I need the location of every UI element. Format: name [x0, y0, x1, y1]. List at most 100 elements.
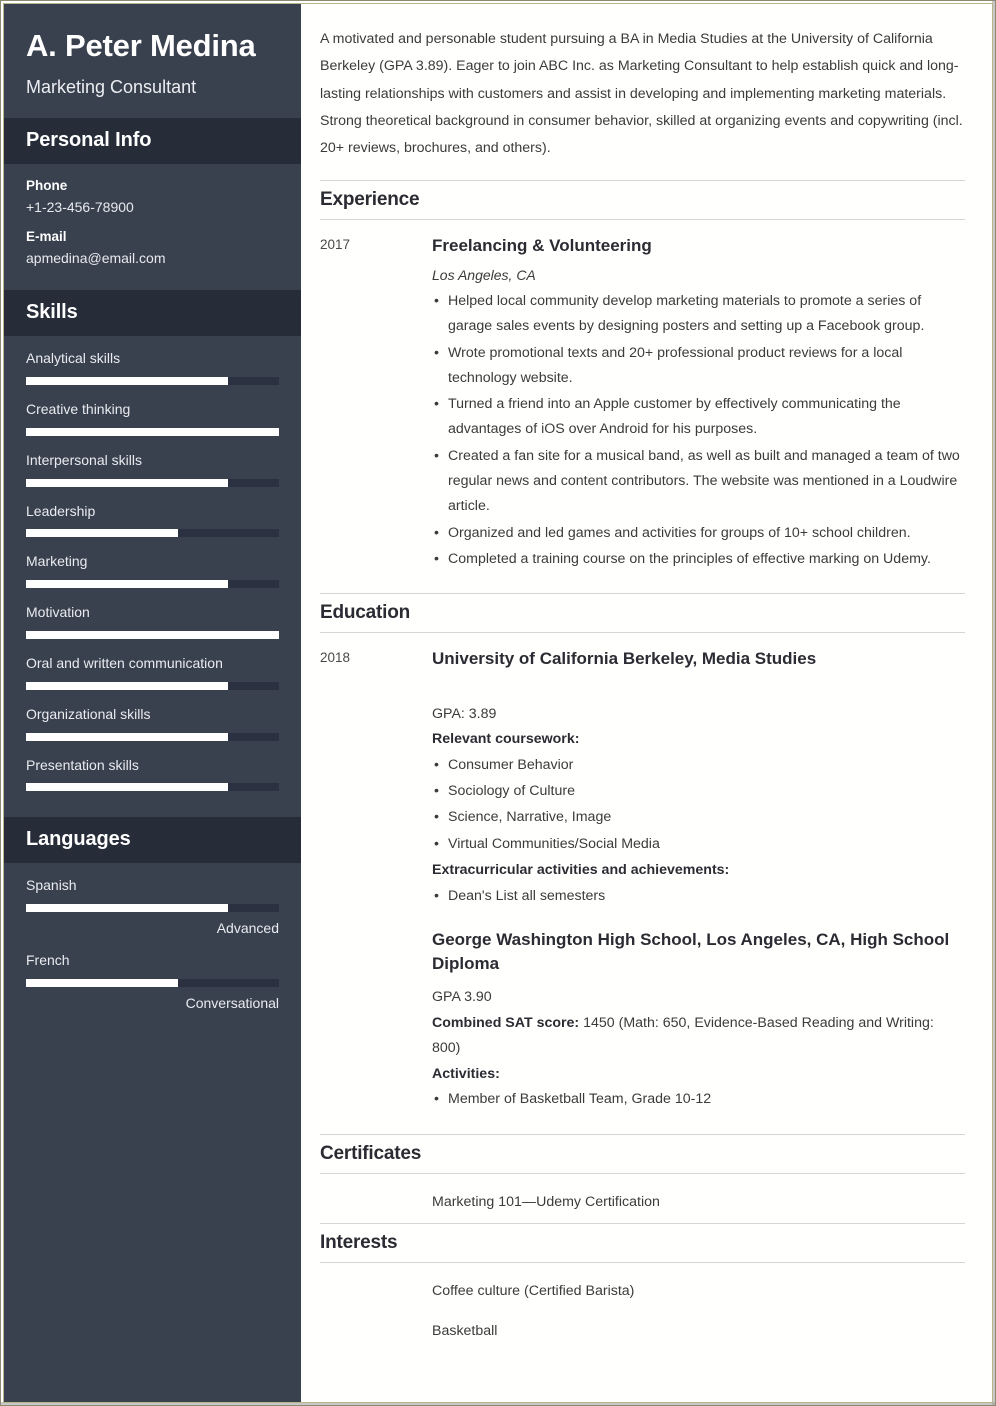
extracurricular-heading: Extracurricular activities and achieveme… — [432, 861, 730, 878]
experience-heading: Experience — [320, 180, 965, 221]
skill-bar-fill — [26, 478, 229, 487]
experience-location: Los Angeles, CA — [432, 266, 536, 283]
personal-info-heading: Personal Info — [26, 129, 152, 152]
candidate-name: A. Peter Medina — [26, 28, 256, 63]
skill-item: Marketing — [26, 553, 279, 589]
skill-bar-track — [26, 376, 279, 385]
language-level: Conversational — [185, 994, 279, 1011]
skill-label: Leadership — [26, 502, 96, 519]
contact-email-label: E-mail — [26, 229, 67, 245]
coursework-item: Science, Narrative, Image — [432, 805, 965, 831]
skill-bar-fill — [26, 376, 229, 385]
section-header-personal-info: Personal Info — [4, 118, 301, 165]
section-header-skills: Skills — [4, 290, 301, 337]
personal-info-body: Phone +1-23-456-78900 E-mail apmedina@em… — [4, 164, 301, 290]
certificates-list: Marketing 101—Udemy Certification — [432, 1190, 965, 1216]
experience-bullet-list: Helped local community develop marketing… — [432, 289, 965, 572]
language-item: French Conversational — [26, 952, 279, 1011]
skill-bar-track — [26, 681, 279, 690]
experience-entry-body: Freelancing & Volunteering Los Angeles, … — [432, 234, 965, 573]
language-label: French — [26, 952, 70, 969]
experience-bullet: Turned a friend into an Apple customer b… — [432, 392, 965, 443]
skill-bar-track — [26, 529, 279, 538]
extracurricular-item: Dean's List all semesters — [432, 884, 965, 910]
language-level: Advanced — [216, 920, 279, 937]
skill-item: Analytical skills — [26, 350, 279, 385]
language-bar-track — [26, 904, 279, 913]
highschool-sat: Combined SAT score: 1450 (Math: 650, Evi… — [432, 1011, 965, 1062]
skill-bar-fill — [26, 630, 279, 639]
university-title: University of California Berkeley, Media… — [432, 649, 817, 669]
skill-bar-track — [26, 580, 279, 589]
activities-heading: Activities: — [432, 1065, 500, 1082]
coursework-item: Virtual Communities/Social Media — [432, 832, 965, 858]
contact-email: E-mail apmedina@email.com — [26, 229, 279, 266]
language-label: Spanish — [26, 877, 77, 894]
highschool-gpa: GPA 3.90 — [432, 989, 492, 1006]
skill-bar-fill — [26, 529, 178, 538]
skill-bar-track — [26, 478, 279, 487]
interest-item: Basketball — [432, 1322, 498, 1339]
resume-page: A. Peter Medina Marketing Consultant Per… — [0, 0, 996, 1406]
skill-bar-track — [26, 427, 279, 436]
education-entry-university: 2018 University of California Berkeley, … — [320, 633, 965, 1114]
section-interests: Interests Coffee culture (Certified Bari… — [320, 1223, 965, 1350]
coursework-heading: Relevant coursework: — [432, 731, 580, 748]
coursework-list: Consumer BehaviorSociology of CultureSci… — [432, 753, 965, 857]
skill-item: Motivation — [26, 604, 279, 639]
skill-item: Creative thinking — [26, 401, 279, 436]
experience-title: Freelancing & Volunteering — [432, 236, 652, 256]
skill-label: Presentation skills — [26, 756, 139, 773]
sidebar: A. Peter Medina Marketing Consultant Per… — [4, 4, 301, 1402]
extracurricular-list: Dean's List all semesters — [432, 884, 965, 910]
interests-entry: Coffee culture (Certified Barista) Basket… — [320, 1263, 965, 1350]
education-date: 2018 — [320, 650, 351, 666]
experience-bullet: Created a fan site for a musical band, a… — [432, 444, 965, 520]
certificates-heading: Certificates — [320, 1133, 965, 1174]
language-bar-track — [26, 978, 279, 987]
skill-label: Analytical skills — [26, 350, 121, 367]
skill-label: Interpersonal skills — [26, 451, 142, 468]
skill-bar-track — [26, 630, 279, 639]
experience-entry: 2017 Freelancing & Volunteering Los Ange… — [320, 220, 965, 573]
coursework-item: Consumer Behavior — [432, 753, 965, 779]
experience-bullet: Helped local community develop marketing… — [432, 289, 965, 340]
interests-heading: Interests — [320, 1223, 965, 1264]
skill-bar-fill — [26, 783, 229, 792]
skill-label: Oral and written communication — [26, 654, 223, 671]
certificates-date-spacer — [320, 1190, 432, 1216]
experience-date: 2017 — [320, 237, 351, 253]
skill-bar-track — [26, 732, 279, 741]
contact-phone-label: Phone — [26, 178, 68, 194]
skill-bar-fill — [26, 732, 229, 741]
contact-phone-value[interactable]: +1-23-456-78900 — [26, 199, 279, 215]
skill-bar-fill — [26, 580, 229, 589]
skill-label: Creative thinking — [26, 400, 131, 417]
contact-phone: Phone +1-23-456-78900 — [26, 178, 279, 215]
skill-label: Marketing — [26, 553, 88, 570]
contact-email-value[interactable]: apmedina@email.com — [26, 250, 279, 266]
skill-item: Organizational skills — [26, 706, 279, 741]
experience-bullet: Wrote promotional texts and 20+ professi… — [432, 341, 965, 392]
skill-item: Interpersonal skills — [26, 452, 279, 487]
skill-item: Oral and written communication — [26, 655, 279, 690]
page-shade-right — [992, 0, 996, 1406]
language-item: Spanish Advanced — [26, 877, 279, 936]
certificates-entry: Marketing 101—Udemy Certification — [320, 1174, 965, 1222]
skill-bar-fill — [26, 681, 229, 690]
education-entry-body: University of California Berkeley, Media… — [432, 647, 965, 1114]
languages-heading: Languages — [26, 828, 131, 851]
interests-date-spacer — [320, 1279, 432, 1344]
activity-item: Member of Basketball Team, Grade 10-12 — [432, 1087, 965, 1113]
coursework-item: Sociology of Culture — [432, 779, 965, 805]
highschool-title: George Washington High School, Los Angel… — [432, 929, 950, 974]
language-bar-fill — [26, 904, 229, 913]
skills-list: Analytical skills Creative thinking Interp… — [4, 336, 301, 817]
section-header-languages: Languages — [4, 817, 301, 864]
candidate-job-title: Marketing Consultant — [26, 76, 197, 97]
skill-item: Presentation skills — [26, 757, 279, 792]
